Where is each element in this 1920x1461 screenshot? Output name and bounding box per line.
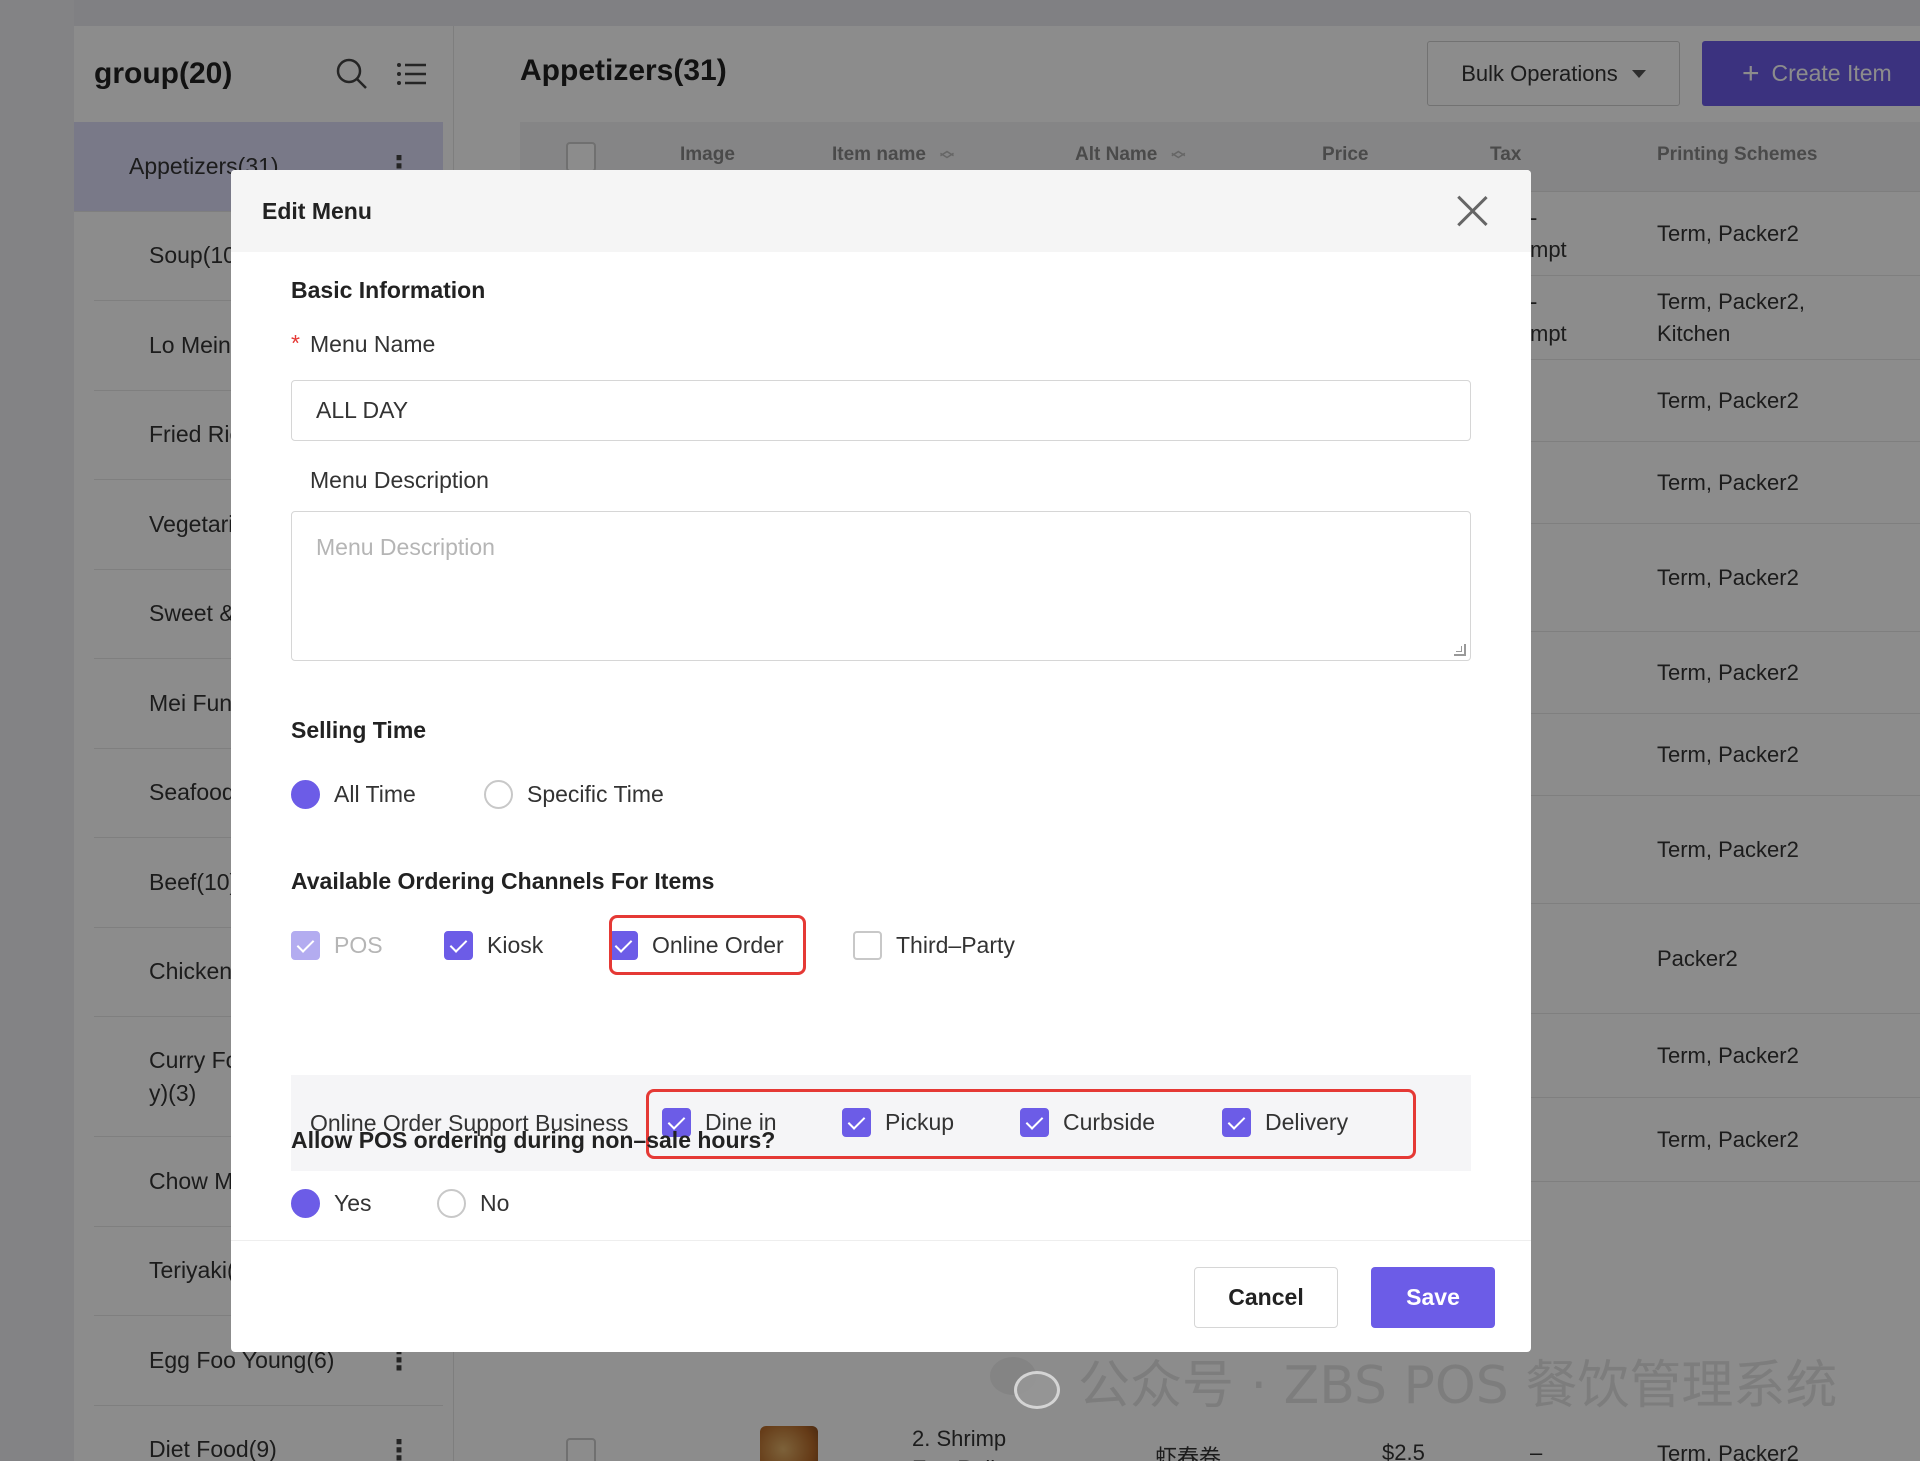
close-icon[interactable] (1455, 194, 1489, 228)
modal-title: Edit Menu (262, 197, 372, 224)
menu-description-label: Menu Description (310, 467, 489, 493)
allow-pos-title: Allow POS ordering during non–sale hours… (291, 1127, 776, 1153)
radio-specific-time[interactable]: Specific Time (484, 780, 664, 809)
radio-yes[interactable]: Yes (291, 1189, 372, 1218)
checkbox-pos-label: POS (334, 932, 383, 958)
checkbox-kiosk[interactable]: Kiosk (444, 931, 543, 960)
cancel-button[interactable]: Cancel (1194, 1267, 1338, 1328)
radio-yes-label: Yes (334, 1190, 372, 1216)
menu-description-textarea[interactable]: Menu Description (291, 511, 1471, 661)
modal-footer: Cancel Save (231, 1240, 1531, 1352)
radio-dot (437, 1189, 466, 1218)
required-mark: * (291, 330, 300, 356)
watermark: 公众号 · ZBS POS 餐饮管理系统 (990, 1343, 1837, 1418)
modal-body: Basic Information * Menu Name ALL DAY Me… (231, 252, 1531, 1240)
radio-all-time[interactable]: All Time (291, 780, 416, 809)
checkbox-box (444, 931, 473, 960)
radio-specific-time-label: Specific Time (527, 781, 664, 807)
menu-name-input[interactable]: ALL DAY (291, 380, 1471, 441)
channels-title: Available Ordering Channels For Items (291, 868, 715, 894)
wechat-icon (990, 1351, 1062, 1411)
watermark-text: 公众号 · ZBS POS 餐饮管理系统 (1078, 1356, 1838, 1416)
save-button[interactable]: Save (1371, 1267, 1495, 1328)
radio-no-label: No (480, 1190, 510, 1216)
checkbox-box (291, 931, 320, 960)
edit-menu-modal: Edit Menu Basic Information * Menu Name … (231, 170, 1531, 1352)
radio-dot (291, 1189, 320, 1218)
resize-handle-icon[interactable] (1454, 644, 1466, 656)
checkbox-third-party-label: Third–Party (896, 932, 1015, 958)
checkbox-kiosk-label: Kiosk (487, 932, 544, 958)
checkbox-box (853, 931, 882, 960)
online-order-highlight (609, 915, 806, 975)
basic-info-title: Basic Information (291, 277, 486, 303)
modal-header: Edit Menu (231, 170, 1531, 252)
online-order-support-bar: Online Order Support Business Dine in Pi… (291, 1075, 1471, 1171)
menu-name-value: ALL DAY (316, 397, 409, 423)
menu-name-label: Menu Name (310, 331, 436, 357)
radio-dot (484, 780, 513, 809)
checkbox-third-party[interactable]: Third–Party (853, 931, 1015, 960)
radio-all-time-label: All Time (334, 781, 416, 807)
radio-no[interactable]: No (437, 1189, 509, 1218)
menu-description-placeholder: Menu Description (316, 534, 495, 560)
radio-dot (291, 780, 320, 809)
selling-time-title: Selling Time (291, 717, 427, 743)
checkbox-pos[interactable]: POS (291, 931, 383, 960)
